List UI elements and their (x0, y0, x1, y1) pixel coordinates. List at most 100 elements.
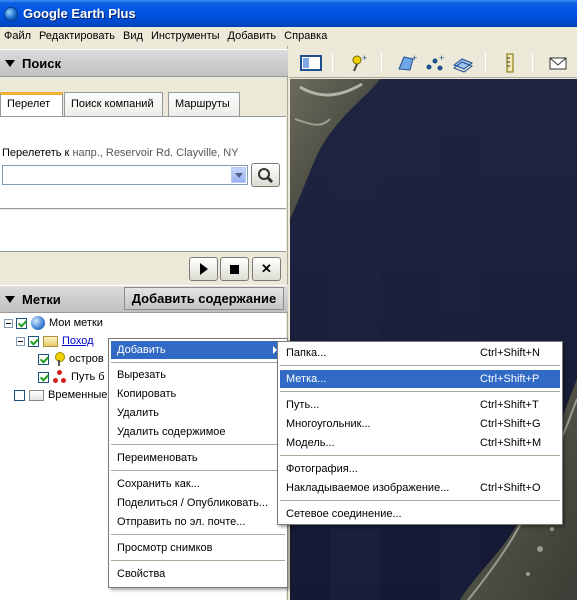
dropdown-arrow-icon[interactable] (231, 167, 246, 183)
tab-find-businesses[interactable]: Поиск компаний (64, 92, 163, 117)
menu-edit[interactable]: Редактировать (35, 30, 119, 42)
submenu-item-label: Модель... (286, 437, 335, 449)
menu-separator (280, 365, 560, 366)
submenu-item-placemark[interactable]: Метка... Ctrl+Shift+P (280, 370, 560, 388)
ruler-icon (506, 53, 514, 73)
tree-item-label: остров (69, 353, 104, 365)
fly-to-hint: напр., Reservoir Rd. Clayville, NY (72, 147, 239, 159)
submenu-item-network-link[interactable]: Сетевое соединение... (280, 505, 560, 523)
fly-to-text: Перелететь к (2, 147, 70, 159)
menu-item-rename[interactable]: Переименовать (111, 449, 285, 467)
menu-item-delete-contents[interactable]: Удалить содержимое (111, 423, 285, 441)
expander-icon[interactable] (4, 318, 13, 328)
submenu-item-model[interactable]: Модель... Ctrl+Shift+M (280, 434, 560, 452)
submenu-item-label: Многоугольник... (286, 418, 371, 430)
submenu-item-label: Накладываемое изображение... (286, 482, 450, 494)
search-input[interactable] (2, 165, 248, 185)
menu-separator (111, 362, 285, 363)
submenu-item-shortcut: Ctrl+Shift+T (480, 399, 539, 411)
submenu-item-label: Фотография... (286, 463, 358, 475)
submenu-item-image-overlay[interactable]: Накладываемое изображение... Ctrl+Shift+O (280, 479, 560, 497)
menu-item-share[interactable]: Поделиться / Опубликовать... (111, 494, 285, 512)
checkbox[interactable] (38, 353, 49, 365)
stop-tour-button[interactable] (220, 257, 249, 281)
checkbox[interactable] (14, 389, 25, 401)
submenu-item-shortcut: Ctrl+Shift+N (480, 347, 540, 359)
play-tour-button[interactable] (189, 257, 218, 281)
google-earth-logo-icon (4, 6, 18, 21)
add-submenu: Папка... Ctrl+Shift+N Метка... Ctrl+Shift+… (277, 341, 563, 525)
menu-item-properties[interactable]: Свойства (111, 565, 285, 583)
menu-item-email[interactable]: Отправить по эл. почте... (111, 513, 285, 531)
svg-text:+: + (412, 53, 417, 63)
window-title: Google Earth Plus (23, 6, 136, 21)
add-image-overlay-button[interactable] (451, 52, 475, 74)
fly-to-label: Перелететь к напр., Reservoir Rd. Clayvi… (2, 147, 239, 159)
menu-item-save-as[interactable]: Сохранить как... (111, 475, 285, 493)
stop-icon (230, 264, 239, 274)
play-icon (199, 263, 208, 275)
menu-tools[interactable]: Инструменты (147, 30, 224, 42)
search-panel-title: Поиск (22, 55, 62, 71)
submenu-item-photo[interactable]: Фотография... (280, 460, 560, 478)
tree-item-temporary[interactable]: Временные (14, 386, 107, 404)
submenu-item-label: Метка... (286, 373, 327, 385)
path-icon (53, 370, 67, 384)
svg-text:+: + (439, 53, 444, 63)
menu-item-add[interactable]: Добавить (111, 341, 285, 359)
tree-item-hike[interactable]: Поход (16, 332, 94, 350)
menu-help[interactable]: Справка (280, 30, 331, 42)
menu-item-cut[interactable]: Вырезать (111, 366, 285, 384)
envelope-icon (549, 57, 567, 70)
expander-icon[interactable] (16, 336, 25, 346)
tab-directions-label: Маршруты (175, 98, 230, 110)
collapse-triangle-icon[interactable] (5, 295, 15, 303)
submenu-item-folder[interactable]: Папка... Ctrl+Shift+N (280, 344, 560, 362)
submenu-item-label: Сетевое соединение... (286, 508, 402, 520)
image-overlay-icon (452, 58, 474, 73)
menu-item-delete[interactable]: Удалить (111, 404, 285, 422)
add-path-button[interactable]: + (423, 52, 447, 74)
submenu-item-shortcut: Ctrl+Shift+O (480, 482, 541, 494)
submenu-item-shortcut: Ctrl+Shift+P (480, 373, 540, 385)
tab-directions[interactable]: Маршруты (168, 92, 240, 117)
submenu-item-path[interactable]: Путь... Ctrl+Shift+T (280, 396, 560, 414)
email-button[interactable] (546, 52, 570, 74)
tree-item-my-places[interactable]: Мои метки (4, 314, 103, 332)
tree-item-path[interactable]: Путь б (38, 368, 105, 386)
folder-icon (29, 389, 44, 401)
add-content-button[interactable]: Добавить содержание (124, 287, 284, 310)
submenu-item-shortcut: Ctrl+Shift+G (480, 418, 541, 430)
menu-file[interactable]: Файл (0, 30, 35, 42)
submenu-item-shortcut: Ctrl+Shift+M (480, 437, 542, 449)
checkbox[interactable] (38, 371, 49, 383)
menu-view[interactable]: Вид (119, 30, 147, 42)
menu-item-copy[interactable]: Копировать (111, 385, 285, 403)
clear-search-button[interactable]: ✕ (252, 257, 281, 281)
search-button[interactable] (251, 163, 280, 187)
toggle-sidebar-button[interactable] (299, 52, 323, 74)
checkbox[interactable] (16, 317, 27, 329)
tree-item-label: Поход (62, 335, 94, 347)
path-add-icon: + (426, 53, 444, 71)
tab-fly-to-label: Перелет (7, 98, 51, 110)
menu-item-view-images[interactable]: Просмотр снимков (111, 539, 285, 557)
ruler-button[interactable] (498, 52, 522, 74)
menu-separator (280, 391, 560, 392)
tree-item-label: Мои метки (49, 317, 103, 329)
menu-add[interactable]: Добавить (224, 30, 281, 42)
collapse-triangle-icon[interactable] (5, 59, 15, 67)
search-panel-header[interactable]: Поиск (0, 49, 288, 77)
tab-find-businesses-label: Поиск компаний (71, 98, 154, 110)
tree-item-island[interactable]: остров (38, 350, 104, 368)
menu-separator (111, 470, 285, 471)
tab-fly-to[interactable]: Перелет (0, 92, 63, 118)
placemark-add-icon: + (352, 53, 367, 72)
menu-bar: Файл Редактировать Вид Инструменты Добав… (0, 27, 577, 45)
add-polygon-button[interactable]: + (395, 52, 419, 74)
add-placemark-button[interactable]: + (347, 52, 371, 74)
submenu-item-polygon[interactable]: Многоугольник... Ctrl+Shift+G (280, 415, 560, 433)
checkbox[interactable] (28, 335, 39, 347)
tree-item-label: Временные (48, 389, 108, 401)
toolbar-separator (381, 52, 382, 72)
